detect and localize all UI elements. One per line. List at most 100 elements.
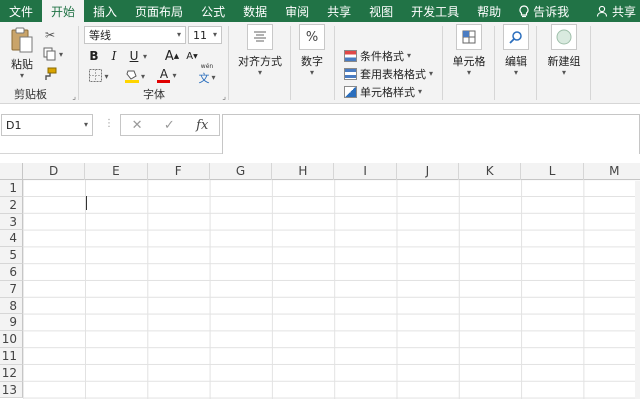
group-editing: 编辑 ▾	[496, 22, 536, 104]
chevron-down-icon: ▾	[172, 71, 177, 80]
format-as-table-button[interactable]: 套用表格格式 ▾	[344, 66, 433, 82]
column-header-k[interactable]: K	[459, 163, 522, 180]
cancel-icon[interactable]: ✕	[132, 118, 143, 133]
row-header-6[interactable]: 6	[0, 264, 23, 281]
chevron-down-icon: ▾	[212, 30, 217, 39]
ribbon-divider	[228, 26, 229, 100]
phonetic-guide-button[interactable]: wén 文 ▾	[192, 64, 222, 86]
italic-button[interactable]: I	[106, 47, 122, 65]
paste-label: 粘贴	[11, 58, 33, 71]
format-painter-button[interactable]	[42, 66, 58, 84]
chevron-down-icon: ▾	[19, 71, 24, 80]
tab-file[interactable]: 文件	[0, 0, 42, 22]
ribbon-divider	[78, 26, 79, 100]
row-header-12[interactable]: 12	[0, 364, 23, 382]
conditional-formatting-label: 条件格式	[360, 50, 404, 63]
row-header-7[interactable]: 7	[0, 280, 23, 298]
tab-developer[interactable]: 开发工具	[402, 0, 468, 22]
row-header-1[interactable]: 1	[0, 180, 23, 197]
tab-view[interactable]: 视图	[360, 0, 402, 22]
font-name-select[interactable]: 等线 ▾	[84, 26, 186, 44]
font-color-icon: A	[157, 67, 171, 83]
row-header-11[interactable]: 11	[0, 348, 23, 365]
tab-formulas[interactable]: 公式	[192, 0, 234, 22]
editing-label: 编辑	[505, 55, 527, 68]
row-header-4[interactable]: 4	[0, 230, 23, 248]
tab-insert[interactable]: 插入	[84, 0, 126, 22]
conditional-format-icon	[344, 50, 357, 62]
font-color-letter: A	[159, 67, 169, 81]
format-as-table-label: 套用表格格式	[360, 68, 426, 81]
copy-icon	[43, 47, 57, 64]
tab-data[interactable]: 数据	[234, 0, 276, 22]
align-icon	[247, 24, 273, 50]
tab-help[interactable]: 帮助	[468, 0, 510, 22]
font-name-value: 等线	[89, 29, 111, 42]
cell-styles-button[interactable]: 单元格样式 ▾	[344, 84, 422, 100]
column-header-f[interactable]: F	[148, 163, 210, 180]
name-box[interactable]: D1 ▾	[1, 114, 93, 136]
insert-function-icon[interactable]: fx	[196, 118, 208, 133]
person-icon	[596, 5, 608, 17]
column-header-l[interactable]: L	[521, 163, 584, 180]
underline-button[interactable]: U	[126, 47, 142, 65]
column-header-j[interactable]: J	[397, 163, 460, 180]
number-button[interactable]: % 数字 ▾	[296, 24, 328, 77]
column-header-e[interactable]: E	[85, 163, 148, 180]
ribbon-home: 粘贴 ▾ ✂ ▾ 剪贴板 ⌟ 等线 ▾ 11 ▾ B I U ▾ A ▲ A ▼…	[0, 22, 640, 126]
font-color-button[interactable]: A ▾	[154, 67, 180, 85]
column-header-m[interactable]: M	[584, 163, 640, 180]
clipboard-icon	[10, 26, 34, 54]
cells-button[interactable]: 单元格 ▾	[448, 24, 490, 77]
dialog-launcher-icon[interactable]: ⌟	[222, 92, 226, 101]
column-header-d[interactable]: D	[23, 163, 86, 180]
fill-color-button[interactable]: ▾	[122, 68, 148, 86]
font-size-select[interactable]: 11 ▾	[188, 26, 222, 44]
circle-icon	[551, 24, 577, 50]
row-header-8[interactable]: 8	[0, 297, 23, 315]
ribbon-divider	[334, 26, 335, 100]
formula-buttons: ✕ ✓ fx	[120, 114, 220, 136]
group-number: % 数字 ▾	[292, 22, 332, 104]
editing-button[interactable]: 编辑 ▾	[500, 24, 532, 77]
alignment-button[interactable]: 对齐方式 ▾	[234, 24, 286, 77]
vertical-scrollbar[interactable]	[635, 181, 640, 399]
tab-home[interactable]: 开始	[42, 0, 85, 22]
chevron-down-icon: ▾	[561, 68, 566, 77]
paste-button[interactable]: 粘贴 ▾	[8, 26, 36, 80]
row-header-9[interactable]: 9	[0, 314, 23, 332]
select-all-corner[interactable]	[0, 163, 23, 180]
cut-button[interactable]: ✂	[42, 26, 58, 44]
percent-icon: %	[299, 24, 325, 50]
shrink-font-button[interactable]: A ▼	[184, 47, 200, 65]
tab-share-menu[interactable]: 共享	[318, 0, 360, 22]
dialog-launcher-icon[interactable]: ⌟	[72, 92, 76, 101]
row-header-10[interactable]: 10	[0, 331, 23, 348]
tab-review[interactable]: 审阅	[276, 0, 318, 22]
grow-font-button[interactable]: A ▲	[164, 47, 180, 65]
row-header-5[interactable]: 5	[0, 247, 23, 264]
row-header-2[interactable]: 2	[0, 196, 23, 214]
chevron-down-icon: ▾	[257, 68, 262, 77]
row-header-13[interactable]: 13	[0, 381, 23, 399]
row-header-3[interactable]: 3	[0, 213, 23, 231]
tell-me-button[interactable]: 告诉我	[510, 0, 578, 22]
chevron-down-icon[interactable]: ▾	[143, 53, 147, 61]
share-button[interactable]: 共享	[587, 0, 640, 22]
enter-icon[interactable]: ✓	[164, 118, 175, 133]
cell-area[interactable]	[23, 180, 640, 399]
chevron-down-icon: ▾	[83, 120, 88, 129]
conditional-formatting-button[interactable]: 条件格式 ▾	[344, 48, 411, 64]
column-header-g[interactable]: G	[210, 163, 273, 180]
copy-button[interactable]: ▾	[42, 46, 64, 64]
column-header-i[interactable]: I	[335, 163, 397, 180]
chevron-down-icon: ▾	[466, 68, 471, 77]
borders-button[interactable]: ▾	[86, 68, 112, 86]
column-header-h[interactable]: H	[272, 163, 335, 180]
group-clipboard: 粘贴 ▾ ✂ ▾ 剪贴板 ⌟	[0, 22, 78, 104]
tab-page-layout[interactable]: 页面布局	[126, 0, 192, 22]
formula-input[interactable]	[222, 114, 640, 154]
drag-handle-icon[interactable]: ⋮	[104, 118, 114, 129]
bold-button[interactable]: B	[86, 47, 102, 65]
new-group-button[interactable]: 新建组 ▾	[542, 24, 586, 77]
